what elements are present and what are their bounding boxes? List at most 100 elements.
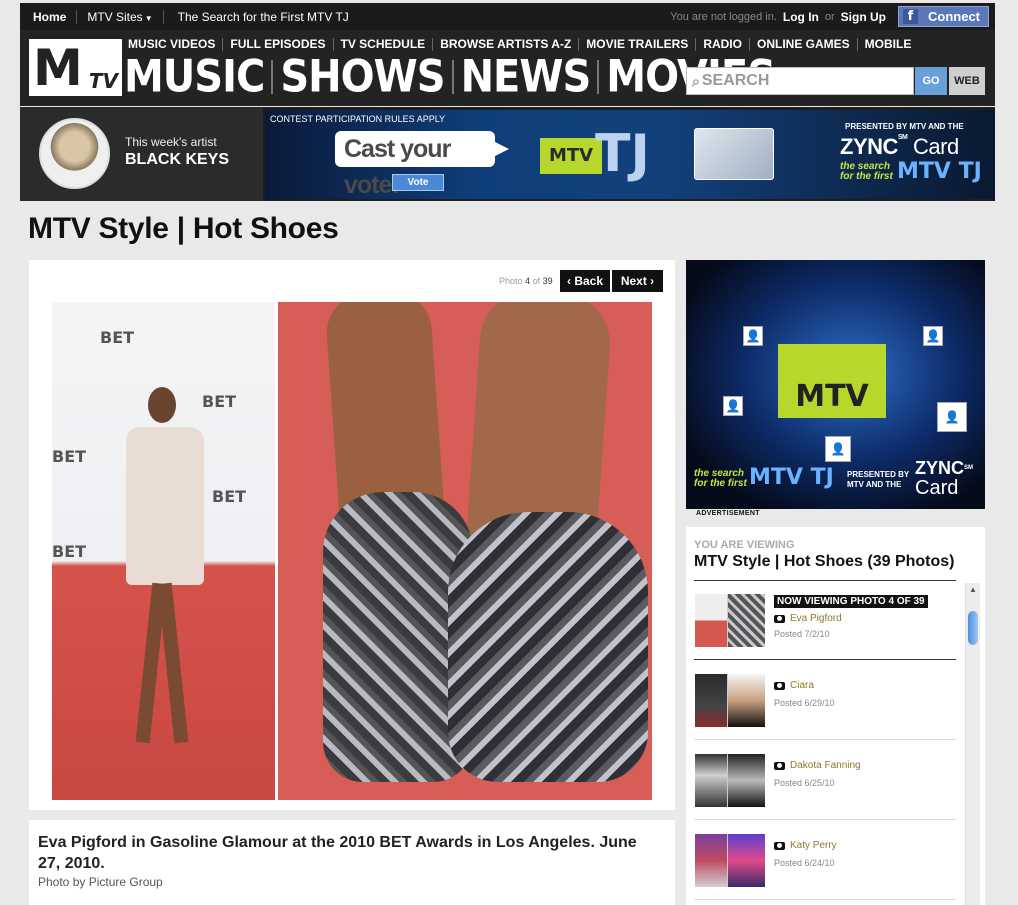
photo-shoes-closeup[interactable] [278,302,652,800]
thumb-left [695,754,727,807]
list-item[interactable]: NOW VIEWING PHOTO 4 OF 39 Eva Pigford Po… [694,587,956,660]
banner-sm: SM [897,134,908,141]
person-icon: 👤 [743,326,763,346]
thumbnail [695,754,765,807]
main-navigation: MUSIC SHOWS NEWS MOVIES [124,52,776,101]
person-icon: 👤 [723,396,743,416]
sub-navigation: MUSIC VIDEOS FULL EPISODES TV SCHEDULE B… [128,38,918,51]
list-item-date: Posted 6/24/10 [774,858,835,868]
tj-contest-banner[interactable]: CONTEST PARTICIPATION RULES APPLY Cast y… [265,110,995,199]
nav-full-episodes[interactable]: FULL EPISODES [223,38,334,51]
thumb-left [695,674,727,727]
now-viewing-badge: NOW VIEWING PHOTO 4 OF 39 [774,595,928,608]
camera-icon [774,761,785,770]
scroll-up-icon[interactable]: ▲ [969,585,977,594]
photo-full-body[interactable]: BET BET BET BET BET [52,302,275,800]
mtv-tj-m: MTV [540,138,602,174]
model-leg [157,582,189,744]
banner-zync-word: ZYNC [840,134,898,159]
nav-tv-schedule[interactable]: TV SCHEDULE [334,38,434,51]
list-item-name: Dakota Fanning [774,760,861,771]
list-item-label: Eva Pigford [790,613,842,624]
nav-divider [597,60,600,94]
list-item-name: Ciara [774,680,814,691]
advertisement-label: ADVERTISEMENT [696,510,760,517]
photo-credit: Photo by Picture Group [38,875,163,889]
vote-button[interactable]: Vote [392,174,444,191]
list-item[interactable]: Katy Perry Posted 6/24/10 [694,820,956,900]
nav-mobile[interactable]: MOBILE [858,38,919,51]
logo-m: M [33,39,83,97]
list-item[interactable]: Dakota Fanning Posted 6/25/10 [694,740,956,820]
nav-shows[interactable]: SHOWS [280,52,445,101]
facebook-connect-button[interactable]: f Connect [898,6,989,27]
login-status: You are not logged in. [670,10,777,23]
ad-card-word: Card [915,477,959,499]
photo-total: 39 [542,276,553,286]
featured-artist[interactable]: This week's artist BLACK KEYS [20,107,263,201]
gallery-list: NOW VIEWING PHOTO 4 OF 39 Eva Pigford Po… [694,587,956,900]
person-icon: 👤 [923,326,943,346]
mtv-logo[interactable]: M TV [29,39,122,96]
divider [694,580,956,581]
chevron-right-icon: › [646,274,655,288]
mtv-sites-label: MTV Sites [87,9,143,24]
nav-browse-artists[interactable]: BROWSE ARTISTS A-Z [433,38,580,51]
list-item-date: Posted 6/29/10 [774,698,835,708]
back-button[interactable]: ‹ Back [560,270,610,292]
login-link[interactable]: Log In [783,10,819,24]
nav-movie-trailers[interactable]: MOVIE TRAILERS [579,38,697,51]
list-item[interactable]: Ciara Posted 6/29/10 [694,660,956,740]
nav-music-videos[interactable]: MUSIC VIDEOS [128,38,224,51]
banner-card-word: Card [913,134,959,159]
home-link[interactable]: Home [20,9,78,24]
viewing-kicker: YOU ARE VIEWING [694,539,795,551]
cast-vote-bubble: Cast your vote! [335,131,509,199]
nav-radio[interactable]: RADIO [696,38,750,51]
thumb-left [695,594,727,647]
mtv-tj-logo: MTV TJ [540,124,650,192]
ad-presented-by: PRESENTED BY MTV AND THE [847,470,909,490]
scroll-thumb[interactable] [968,611,978,645]
thumb-right [728,834,765,887]
thumbnail [695,594,765,647]
next-button[interactable]: Next › [612,270,663,292]
search-go-button[interactable]: GO [915,67,947,95]
person-icon: 👤 [825,436,851,462]
studded-shoe-right [448,512,648,782]
model-head [148,387,176,423]
search-placeholder: SEARCH [701,72,770,89]
advertisement-banner[interactable]: MTV 👤 👤 👤 👤 👤 the search for the first MT… [686,260,985,509]
photo-gallery: Photo 4 of 39 ‹ Back Next › BET BET BET … [29,260,675,810]
nav-music[interactable]: MUSIC [124,52,265,101]
mtv-sites-menu[interactable]: MTV Sites ▼ [77,9,164,24]
nav-online-games[interactable]: ONLINE GAMES [750,38,858,51]
nav-divider [451,60,454,94]
list-scrollbar[interactable]: ▲ [965,583,980,905]
ad-mtv-tj: MTV TJ [749,465,834,490]
tj-promo-link[interactable]: The Search for the First MTV TJ [164,10,363,24]
back-label: Back [574,274,604,288]
chevron-left-icon: ‹ [566,274,575,288]
banner-search-line2: for the first [840,171,893,182]
viewing-title[interactable]: MTV Style | Hot Shoes (39 Photos) [694,553,955,571]
photo-of: of [532,276,541,286]
backdrop-logo: BET [212,487,247,506]
backdrop-logo: BET [52,447,87,466]
banner-search-for: the search for the first [840,162,893,182]
ad-sm: SM [964,465,973,471]
list-item-label: Katy Perry [790,840,837,851]
search-input[interactable]: ⌕ SEARCH [686,67,914,95]
ad-presented-line2: MTV AND THE [847,480,902,489]
ad-search-for: the search for the first [694,469,747,489]
mtv-tj-letters: TJ [595,124,650,184]
model-dress [126,427,204,585]
thumb-left [695,834,727,887]
search-web-button[interactable]: WEB [949,67,985,95]
list-item-date: Posted 6/25/10 [774,778,835,788]
nav-news[interactable]: NEWS [461,52,592,101]
nav-divider [271,60,274,94]
camera-icon [774,681,785,690]
signup-link[interactable]: Sign Up [841,10,886,24]
banner-zync-card: ZYNCSM Card [840,134,959,160]
